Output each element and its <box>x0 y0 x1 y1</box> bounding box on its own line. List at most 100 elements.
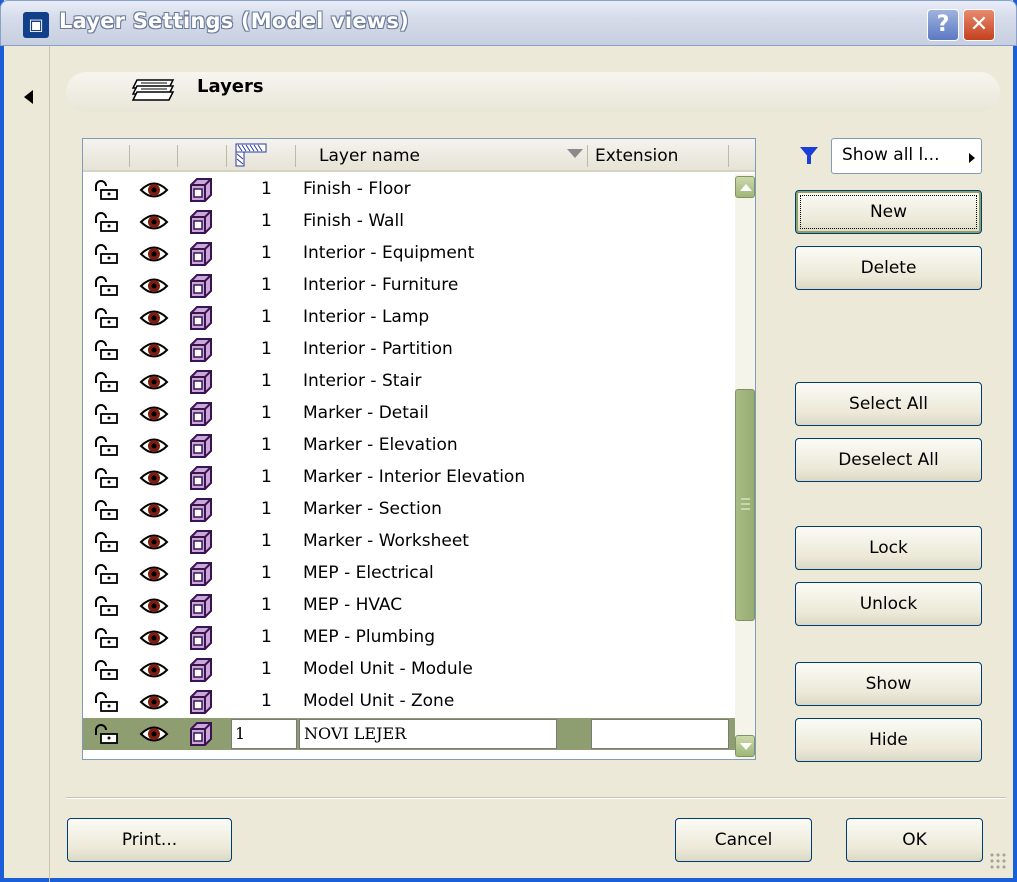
wireframe-solid-icon[interactable] <box>188 657 214 683</box>
table-row[interactable]: 1 Marker - Elevation <box>83 430 735 462</box>
table-row[interactable]: 1 MEP - Electrical <box>83 558 735 590</box>
close-button[interactable]: ✕ <box>963 9 995 41</box>
intersection-group-icon[interactable] <box>235 143 267 167</box>
lock-open-icon[interactable] <box>90 595 122 617</box>
visibility-eye-icon[interactable] <box>139 627 169 649</box>
visibility-eye-icon[interactable] <box>139 723 169 745</box>
lock-open-icon[interactable] <box>90 467 122 489</box>
hide-button[interactable]: Hide <box>795 718 982 762</box>
table-row[interactable]: 1 Interior - Equipment <box>83 238 735 270</box>
header-divider[interactable] <box>226 145 227 167</box>
new-button[interactable]: New <box>795 190 982 234</box>
print-button[interactable]: Print... <box>67 818 232 862</box>
table-row[interactable]: 1 Model Unit - Module <box>83 654 735 686</box>
wireframe-solid-icon[interactable] <box>188 177 214 203</box>
visibility-eye-icon[interactable] <box>139 563 169 585</box>
wireframe-solid-icon[interactable] <box>188 273 214 299</box>
resize-grip[interactable] <box>989 852 1007 870</box>
lock-open-icon[interactable] <box>90 403 122 425</box>
intersection-number-input[interactable]: 1 <box>231 719 297 749</box>
title-bar[interactable]: ▣ Layer Settings (Model views) ? ✕ <box>0 0 1017 46</box>
lock-open-icon[interactable] <box>90 531 122 553</box>
wireframe-solid-icon[interactable] <box>188 241 214 267</box>
table-row[interactable]: 1 Marker - Worksheet <box>83 526 735 558</box>
header-divider[interactable] <box>129 145 130 167</box>
table-row[interactable]: 1 Interior - Partition <box>83 334 735 366</box>
lock-open-icon[interactable] <box>90 275 122 297</box>
unlock-button[interactable]: Unlock <box>795 582 982 626</box>
show-filter-dropdown[interactable]: Show all l... <box>831 138 982 174</box>
wireframe-solid-icon[interactable] <box>188 209 214 235</box>
visibility-eye-icon[interactable] <box>139 403 169 425</box>
table-row[interactable]: 1 Finish - Wall <box>83 206 735 238</box>
header-divider[interactable] <box>587 145 588 167</box>
lock-open-icon[interactable] <box>90 307 122 329</box>
lock-open-icon[interactable] <box>90 499 122 521</box>
extension-input[interactable] <box>591 719 729 749</box>
wireframe-solid-icon[interactable] <box>188 561 214 587</box>
visibility-eye-icon[interactable] <box>139 435 169 457</box>
wireframe-solid-icon[interactable] <box>188 721 214 747</box>
table-row[interactable]: 1 Model Unit - Zone <box>83 686 735 718</box>
wireframe-solid-icon[interactable] <box>188 369 214 395</box>
lock-open-icon[interactable] <box>90 627 122 649</box>
header-divider[interactable] <box>728 145 729 167</box>
lock-open-icon[interactable] <box>90 371 122 393</box>
wireframe-solid-icon[interactable] <box>188 305 214 331</box>
lock-open-icon[interactable] <box>90 339 122 361</box>
table-row[interactable]: 1 Marker - Section <box>83 494 735 526</box>
lock-open-icon[interactable] <box>90 211 122 233</box>
visibility-eye-icon[interactable] <box>139 371 169 393</box>
select-all-button[interactable]: Select All <box>795 382 982 426</box>
wireframe-solid-icon[interactable] <box>188 593 214 619</box>
ok-button[interactable]: OK <box>846 818 983 862</box>
lock-open-icon[interactable] <box>90 659 122 681</box>
collapse-arrow-icon[interactable] <box>24 90 33 104</box>
scroll-down-button[interactable] <box>735 735 755 757</box>
visibility-eye-icon[interactable] <box>139 691 169 713</box>
lock-button[interactable]: Lock <box>795 526 982 570</box>
table-row[interactable]: 1 MEP - HVAC <box>83 590 735 622</box>
visibility-eye-icon[interactable] <box>139 275 169 297</box>
table-row[interactable]: 1 Finish - Floor <box>83 174 735 206</box>
visibility-eye-icon[interactable] <box>139 339 169 361</box>
scroll-thumb[interactable] <box>735 389 755 621</box>
col-extension[interactable]: Extension <box>595 146 678 166</box>
lock-open-icon[interactable] <box>90 243 122 265</box>
lock-open-icon[interactable] <box>90 723 122 745</box>
header-divider[interactable] <box>177 145 178 167</box>
table-row[interactable]: 1 Interior - Lamp <box>83 302 735 334</box>
table-row[interactable]: 1 Interior - Furniture <box>83 270 735 302</box>
visibility-eye-icon[interactable] <box>139 179 169 201</box>
lock-open-icon[interactable] <box>90 563 122 585</box>
table-row[interactable]: 1 MEP - Plumbing <box>83 622 735 654</box>
table-row[interactable]: 1 Marker - Interior Elevation <box>83 462 735 494</box>
wireframe-solid-icon[interactable] <box>188 337 214 363</box>
wireframe-solid-icon[interactable] <box>188 465 214 491</box>
delete-button[interactable]: Delete <box>795 246 982 290</box>
col-layer-name[interactable]: Layer name <box>319 146 420 166</box>
lock-open-icon[interactable] <box>90 179 122 201</box>
visibility-eye-icon[interactable] <box>139 499 169 521</box>
help-button[interactable]: ? <box>927 9 959 41</box>
header-divider[interactable] <box>295 145 296 167</box>
deselect-all-button[interactable]: Deselect All <box>795 438 982 482</box>
lock-open-icon[interactable] <box>90 691 122 713</box>
selected-table-row[interactable]: 1 NOVI LEJER <box>83 718 735 750</box>
table-row[interactable]: 1 Interior - Stair <box>83 366 735 398</box>
wireframe-solid-icon[interactable] <box>188 689 214 715</box>
wireframe-solid-icon[interactable] <box>188 625 214 651</box>
vertical-scrollbar[interactable] <box>735 174 755 759</box>
scroll-up-button[interactable] <box>735 176 755 198</box>
table-row[interactable]: 1 Marker - Detail <box>83 398 735 430</box>
show-button[interactable]: Show <box>795 662 982 706</box>
visibility-eye-icon[interactable] <box>139 243 169 265</box>
lock-open-icon[interactable] <box>90 435 122 457</box>
wireframe-solid-icon[interactable] <box>188 401 214 427</box>
wireframe-solid-icon[interactable] <box>188 433 214 459</box>
visibility-eye-icon[interactable] <box>139 211 169 233</box>
wireframe-solid-icon[interactable] <box>188 497 214 523</box>
layer-list[interactable]: Layer name Extension 1 Finish - Floor 1 Fin… <box>82 138 756 760</box>
visibility-eye-icon[interactable] <box>139 531 169 553</box>
visibility-eye-icon[interactable] <box>139 467 169 489</box>
